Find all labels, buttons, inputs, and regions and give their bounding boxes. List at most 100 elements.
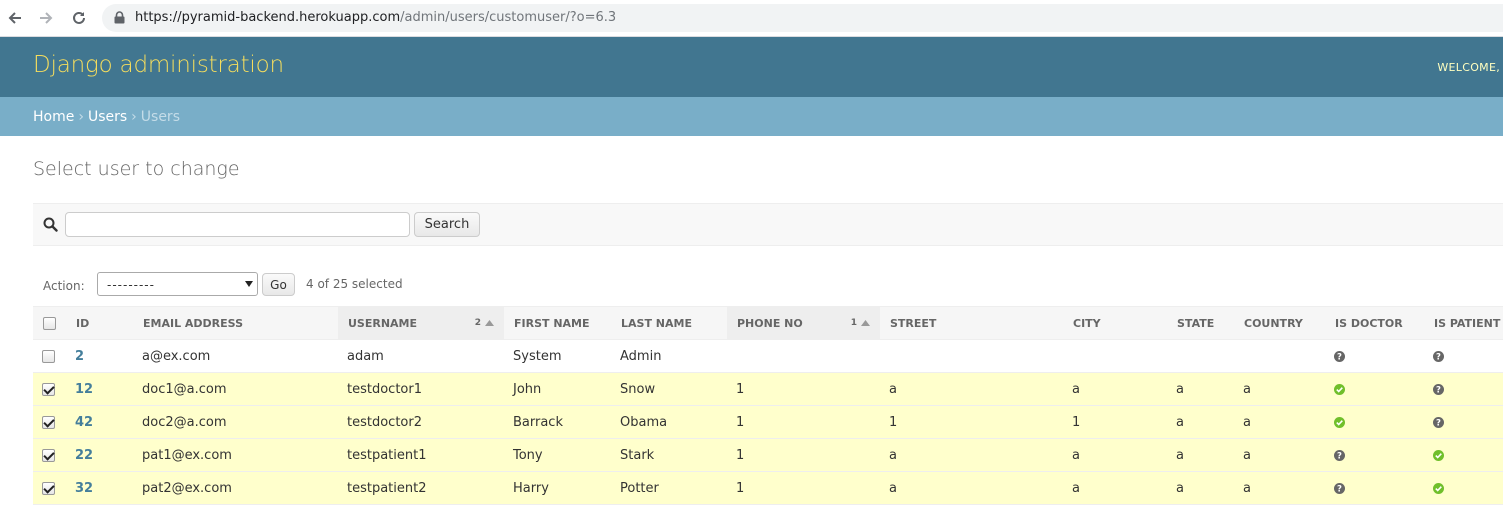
row-checkbox-cell (33, 405, 66, 439)
user-id-link[interactable]: 22 (75, 448, 93, 463)
select-all-checkbox[interactable] (43, 316, 56, 330)
yes-icon (1433, 449, 1444, 461)
svg-text:?: ? (1337, 484, 1342, 493)
search-button[interactable]: Search (414, 212, 480, 237)
table-row[interactable]: 2 a@ex.com adam System Admin ? ? (33, 339, 1503, 373)
yes-icon (1433, 482, 1444, 494)
column-header-country[interactable]: COUNTRY (1234, 306, 1325, 340)
unknown-icon: ? (1334, 482, 1345, 494)
results-table: ID EMAIL ADDRESS USERNAME 2 FIRST NAME L… (33, 306, 1503, 505)
action-select[interactable]: --------- (97, 272, 258, 296)
column-header-last-name[interactable]: LAST NAME (611, 306, 727, 340)
table-row[interactable]: 12 doc1@a.com testdoctor1 John Snow 1 a … (33, 372, 1503, 406)
column-header-is-patient[interactable]: IS PATIENT (1424, 306, 1503, 340)
phone-cell: 1 (727, 471, 880, 505)
column-header-email[interactable]: EMAIL ADDRESS (133, 306, 338, 340)
is-doctor-cell (1325, 372, 1424, 406)
column-header-username[interactable]: USERNAME 2 (338, 306, 504, 340)
last-name-cell: Admin (611, 339, 727, 373)
user-id-link[interactable]: 2 (75, 349, 84, 364)
first-name-cell: Tony (504, 438, 611, 472)
site-branding[interactable]: Django administration (33, 52, 284, 78)
email-cell: pat2@ex.com (133, 471, 338, 505)
reload-button[interactable] (68, 7, 90, 29)
table-row[interactable]: 42 doc2@a.com testdoctor2 Barrack Obama … (33, 405, 1503, 439)
street-cell: a (880, 471, 1063, 505)
unknown-icon: ? (1334, 350, 1345, 362)
is-patient-cell: ? (1424, 372, 1503, 406)
breadcrumb-separator: › (131, 108, 137, 125)
is-patient-cell: ? (1424, 405, 1503, 439)
column-header-label: IS DOCTOR (1335, 316, 1403, 330)
user-id-link[interactable]: 32 (75, 481, 93, 496)
column-header-first-name[interactable]: FIRST NAME (504, 306, 611, 340)
email-cell: pat1@ex.com (133, 438, 338, 472)
email-cell: a@ex.com (133, 339, 338, 373)
unknown-icon: ? (1433, 350, 1444, 362)
phone-cell: 1 (727, 438, 880, 472)
column-header-id[interactable]: ID (66, 306, 133, 340)
row-checkbox-cell (33, 438, 66, 472)
back-button[interactable] (4, 7, 26, 29)
table-row[interactable]: 32 pat2@ex.com testpatient2 Harry Potter… (33, 471, 1503, 505)
yes-icon (1334, 383, 1345, 395)
sort-indicator[interactable]: 1 (851, 318, 870, 328)
action-label: Action: (43, 279, 85, 293)
sort-indicator[interactable]: 2 (475, 318, 494, 328)
forward-button[interactable] (35, 7, 57, 29)
row-checkbox[interactable] (42, 349, 55, 363)
country-cell: a (1234, 438, 1325, 472)
column-header-label: FIRST NAME (514, 316, 590, 330)
sort-priority: 2 (474, 318, 481, 328)
sort-priority: 1 (850, 318, 857, 328)
search-input[interactable] (65, 212, 410, 237)
user-id-link[interactable]: 12 (75, 382, 93, 397)
column-header-label: ID (76, 316, 90, 330)
address-bar[interactable]: https://pyramid-backend.herokuapp.com/ad… (102, 4, 1503, 32)
last-name-cell: Snow (611, 372, 727, 406)
column-header-label: IS PATIENT (1434, 316, 1501, 330)
svg-text:?: ? (1436, 385, 1441, 394)
street-cell: a (880, 372, 1063, 406)
unknown-icon: ? (1433, 383, 1444, 395)
row-checkbox[interactable] (42, 448, 55, 462)
table-header-row: ID EMAIL ADDRESS USERNAME 2 FIRST NAME L… (33, 306, 1503, 340)
email-cell: doc1@a.com (133, 372, 338, 406)
svg-text:?: ? (1337, 352, 1342, 361)
user-tools: WELCOME, (1437, 61, 1500, 74)
table-row[interactable]: 22 pat1@ex.com testpatient1 Tony Stark 1… (33, 438, 1503, 472)
reload-icon (73, 11, 85, 24)
column-header-street[interactable]: STREET (880, 306, 1063, 340)
city-cell: 1 (1063, 405, 1167, 439)
browser-toolbar: https://pyramid-backend.herokuapp.com/ad… (0, 0, 1503, 37)
column-header-is-doctor[interactable]: IS DOCTOR (1325, 306, 1424, 340)
country-cell: a (1234, 372, 1325, 406)
arrow-left-icon (8, 12, 21, 24)
state-cell: a (1167, 405, 1234, 439)
results-body: 2 a@ex.com adam System Admin ? ? 12 doc1… (33, 339, 1503, 505)
phone-cell (727, 339, 880, 373)
svg-text:?: ? (1337, 451, 1342, 460)
breadcrumb-home[interactable]: Home (33, 109, 74, 125)
state-cell: a (1167, 438, 1234, 472)
id-cell: 2 (66, 339, 133, 373)
id-cell: 12 (66, 372, 133, 406)
site-header: Django administration WELCOME, (0, 37, 1503, 97)
row-checkbox[interactable] (42, 415, 55, 429)
go-button[interactable]: Go (262, 273, 295, 296)
username-cell: testdoctor2 (338, 405, 504, 439)
is-doctor-cell: ? (1325, 471, 1424, 505)
column-header-phone[interactable]: PHONE NO 1 (727, 306, 880, 340)
column-header-state[interactable]: STATE (1167, 306, 1234, 340)
phone-cell: 1 (727, 405, 880, 439)
row-checkbox[interactable] (42, 481, 55, 495)
last-name-cell: Obama (611, 405, 727, 439)
first-name-cell: John (504, 372, 611, 406)
row-checkbox[interactable] (42, 382, 55, 396)
breadcrumb-app[interactable]: Users (88, 109, 127, 125)
column-header-label: USERNAME (348, 316, 418, 330)
unknown-icon: ? (1334, 449, 1345, 461)
user-id-link[interactable]: 42 (75, 415, 93, 430)
column-header-city[interactable]: CITY (1063, 306, 1167, 340)
yes-icon (1334, 416, 1345, 428)
